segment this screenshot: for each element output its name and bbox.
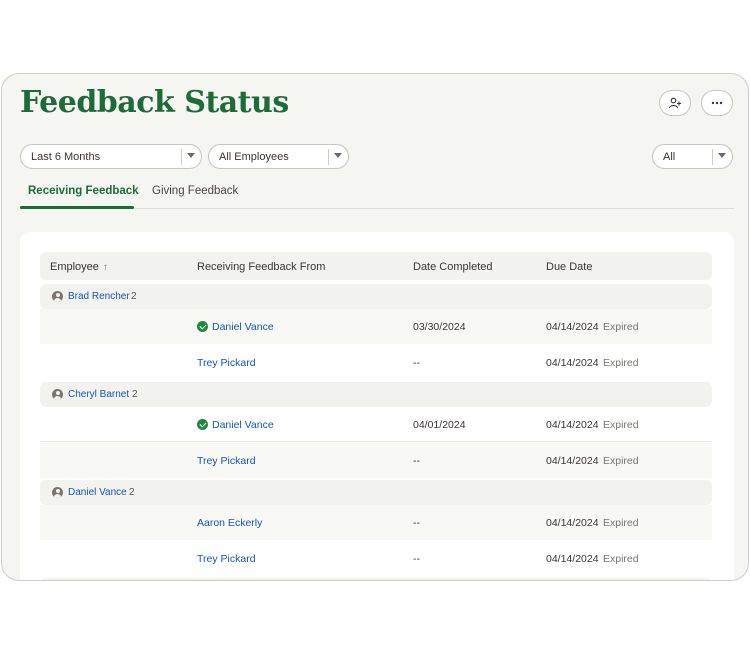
reviewer-name-link[interactable]: Trey Pickard	[197, 455, 256, 467]
reviewer-name-link[interactable]: Daniel Vance	[212, 321, 274, 333]
next-group-row-peek	[40, 578, 712, 580]
employee-group-row[interactable]: Daniel Vance 2	[40, 480, 712, 505]
employees-select[interactable]: All Employees	[208, 144, 349, 169]
reviewer-name-link[interactable]: Daniel Vance	[212, 419, 274, 431]
feedback-status-window: Feedback Status Last 6 Months All Employ…	[1, 73, 749, 581]
column-header-receiving-feedback-from[interactable]: Receiving Feedback From	[197, 261, 325, 273]
status-select-value: All	[663, 151, 676, 163]
date-completed: --	[413, 455, 420, 467]
check-circle-icon	[197, 321, 208, 332]
due-date: 04/14/2024	[546, 553, 599, 565]
due-date: 04/14/2024	[546, 419, 599, 431]
chevron-down-icon	[718, 153, 726, 158]
tab-receiving-feedback[interactable]: Receiving Feedback	[28, 185, 139, 197]
due-date: 04/14/2024	[546, 357, 599, 369]
chevron-down-icon	[334, 153, 342, 158]
table-row: Daniel Vance 03/30/2024 04/14/2024 Expir…	[40, 309, 712, 344]
table-row: Daniel Vance 04/01/2024 04/14/2024 Expir…	[40, 407, 712, 442]
check-circle-icon	[197, 419, 208, 430]
reviewer-name-link[interactable]: Aaron Eckerly	[197, 517, 262, 529]
reviewer-name-link[interactable]: Trey Pickard	[197, 553, 256, 565]
status-label: Expired	[603, 455, 639, 467]
column-header-due-date[interactable]: Due Date	[546, 261, 592, 273]
due-date: 04/14/2024	[546, 455, 599, 467]
more-options-button[interactable]	[701, 90, 733, 116]
column-header-employee[interactable]: Employee ↑	[50, 261, 108, 273]
active-tab-indicator	[20, 206, 134, 209]
feedback-count: 2	[132, 389, 138, 400]
status-label: Expired	[603, 357, 639, 369]
table-row: Trey Pickard -- 04/14/2024 Expired	[40, 345, 712, 380]
add-person-icon	[668, 96, 682, 110]
table-row: Aaron Eckerly -- 04/14/2024 Expired	[40, 505, 712, 540]
add-person-button[interactable]	[659, 90, 691, 116]
feedback-count: 2	[131, 291, 137, 302]
date-completed: 03/30/2024	[413, 321, 466, 333]
date-completed: --	[413, 517, 420, 529]
employees-select-value: All Employees	[219, 151, 289, 163]
arrow-up-icon: ↑	[102, 262, 108, 273]
date-completed: 04/01/2024	[413, 419, 466, 431]
page-title: Feedback Status	[20, 85, 289, 120]
table-row: Trey Pickard -- 04/14/2024 Expired	[40, 541, 712, 576]
status-label: Expired	[603, 321, 639, 333]
date-completed: --	[413, 357, 420, 369]
tab-giving-feedback[interactable]: Giving Feedback	[152, 185, 238, 197]
period-select-value: Last 6 Months	[31, 151, 101, 163]
employee-group-row[interactable]: Cheryl Barnet 2	[40, 382, 712, 407]
chevron-down-icon	[187, 153, 195, 158]
due-date: 04/14/2024	[546, 321, 599, 333]
ellipsis-icon	[710, 96, 724, 110]
status-select[interactable]: All	[652, 144, 733, 169]
user-icon	[52, 291, 63, 302]
period-select[interactable]: Last 6 Months	[20, 144, 202, 169]
status-label: Expired	[603, 553, 639, 565]
due-date: 04/14/2024	[546, 517, 599, 529]
feedback-table-card: Employee ↑ Receiving Feedback From Date C…	[20, 232, 734, 580]
employee-name-link[interactable]: Daniel Vance	[68, 487, 127, 498]
table-header: Employee ↑ Receiving Feedback From Date C…	[40, 252, 712, 280]
date-completed: --	[413, 553, 420, 565]
user-icon	[52, 389, 63, 400]
reviewer-name-link[interactable]: Trey Pickard	[197, 357, 256, 369]
status-label: Expired	[603, 517, 639, 529]
employee-name-link[interactable]: Cheryl Barnet	[68, 389, 129, 400]
table-row: Trey Pickard -- 04/14/2024 Expired	[40, 443, 712, 478]
employee-name-link[interactable]: Brad Rencher	[68, 291, 130, 302]
feedback-count: 2	[129, 487, 135, 498]
column-header-date-completed[interactable]: Date Completed	[413, 261, 493, 273]
status-label: Expired	[603, 419, 639, 431]
user-icon	[52, 487, 63, 498]
employee-group-row[interactable]: Brad Rencher 2	[40, 284, 712, 309]
